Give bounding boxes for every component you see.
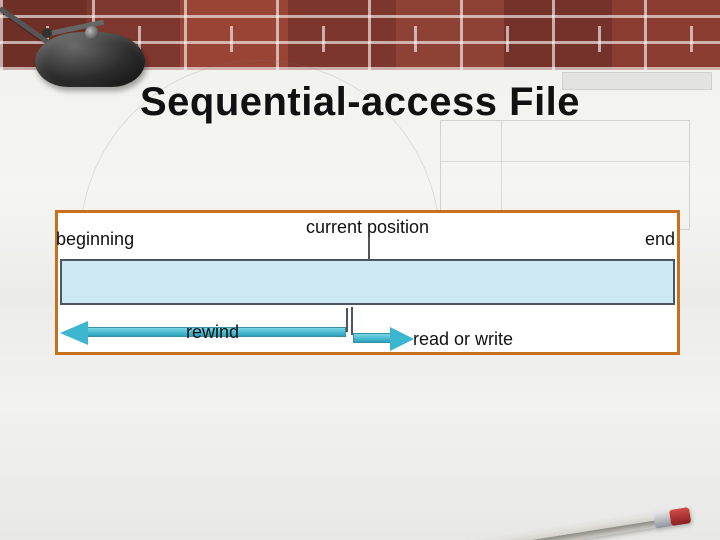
label-end: end — [645, 229, 675, 250]
label-read-or-write: read or write — [413, 329, 513, 350]
desk-lamp-decoration — [0, 0, 190, 142]
file-bar — [60, 259, 675, 305]
readwrite-arrow-shaft — [353, 333, 391, 343]
readwrite-connector-line — [351, 307, 353, 335]
slide-root: Sequential-access File beginning current… — [0, 0, 720, 540]
label-rewind: rewind — [186, 322, 239, 343]
readwrite-arrow-head-icon — [390, 327, 414, 351]
label-current-position: current position — [306, 217, 429, 238]
sequential-access-diagram: beginning current position end rewind re… — [58, 213, 677, 352]
label-beginning: beginning — [56, 229, 134, 250]
rewind-arrow-head-icon — [60, 321, 88, 345]
pencil-decoration — [441, 502, 692, 540]
diagram-frame: beginning current position end rewind re… — [55, 210, 680, 355]
rewind-connector-line — [346, 308, 348, 332]
